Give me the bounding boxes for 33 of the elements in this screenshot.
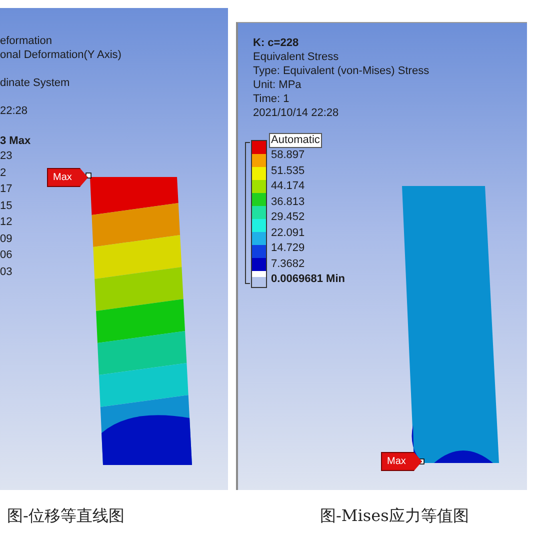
scale-mode-label[interactable]: Automatic xyxy=(269,133,322,148)
legend-value: 7.3682 xyxy=(271,256,306,272)
legend-value: 06 xyxy=(0,248,12,263)
legend-value: 44.174 xyxy=(271,179,306,194)
info-text: onal Deformation(Y Axis) xyxy=(0,48,122,62)
legend-value: 36.813 xyxy=(271,194,306,210)
info-text: dinate System xyxy=(0,76,70,90)
legend-min-value: 0.0069681 Min xyxy=(271,272,345,287)
info-text: Equivalent Stress xyxy=(253,50,339,64)
legend-value: 15 xyxy=(0,198,12,214)
legend-value: 03 xyxy=(0,264,12,280)
info-text: 22:28 xyxy=(0,104,28,118)
legend-value: 17 xyxy=(0,182,12,197)
legend-max-value: 3 Max xyxy=(0,134,31,148)
legend-value: 09 xyxy=(0,232,12,246)
legend-value: 2 xyxy=(0,166,6,180)
figure-caption: 图-Mises应力等值图 xyxy=(320,506,469,527)
info-text: Unit: MPa xyxy=(253,78,302,92)
legend-value: 58.897 xyxy=(271,148,306,163)
legend-value: 12 xyxy=(0,215,12,230)
max-label: Max xyxy=(47,168,88,187)
legend-value: 14.729 xyxy=(271,241,306,256)
legend-value: 51.535 xyxy=(271,164,306,178)
legend-value: 29.452 xyxy=(271,210,306,225)
info-text: Time: 1 xyxy=(253,92,290,106)
info-text: eformation xyxy=(0,34,52,48)
info-text: 2021/10/14 22:28 xyxy=(253,106,339,120)
result-title: K: c=228 xyxy=(253,36,299,50)
legend-value: 23 xyxy=(0,149,12,164)
legend-value: 22.091 xyxy=(271,226,306,240)
figure-caption: 图-位移等直线图 xyxy=(7,506,124,527)
info-text: Type: Equivalent (von-Mises) Stress xyxy=(253,64,430,78)
max-label: Max xyxy=(381,452,422,471)
